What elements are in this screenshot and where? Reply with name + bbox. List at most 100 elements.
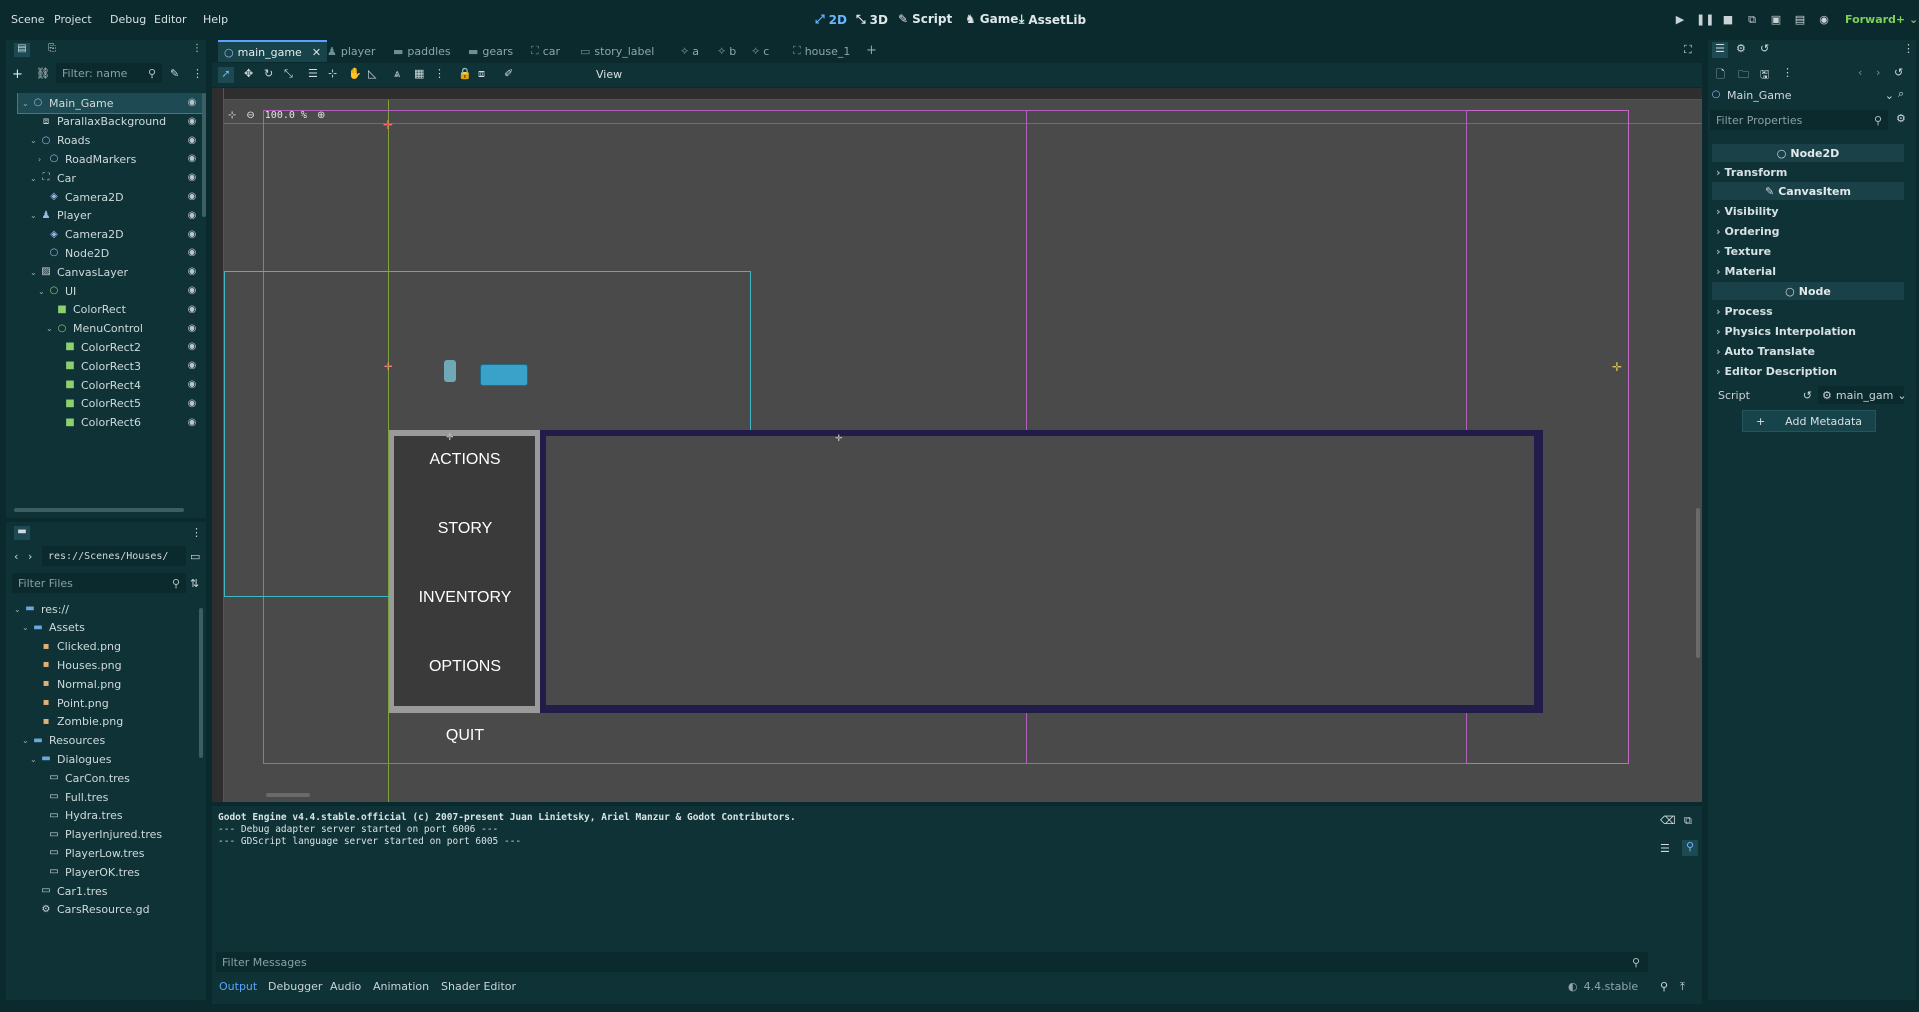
back-icon[interactable]: ‹ [14,550,18,563]
select-mode-icon[interactable]: ➚ [218,67,234,83]
collapse-arrow-icon[interactable]: ⌄ [22,736,32,745]
rotate-mode-icon[interactable]: ↻ [264,67,273,80]
visibility-eye-icon[interactable]: ◉ [186,417,198,429]
file-item[interactable]: ▭ PlayerOK.tres [38,862,139,882]
scene-tab-player[interactable]: ♟ player [327,40,375,62]
scene-node-row[interactable]: ■ ColorRect4 ◉ [18,375,206,395]
link-icon[interactable]: ⛓ [36,67,50,80]
scene-menu-icon[interactable]: ⋮ [192,67,203,80]
grid-snap-icon[interactable]: ▦ [414,67,424,80]
inspector-section-ordering[interactable]: › Ordering [1712,222,1904,240]
list-select-icon[interactable]: ☰ [308,67,318,80]
bottom-tab-shader-editor[interactable]: Shader Editor [441,980,516,993]
scene-tab-main-game[interactable]: ○ main_game ✕ [218,40,328,62]
file-item[interactable]: ⌄ ▬ Assets [22,618,85,638]
add-scene-tab-icon[interactable]: + [866,43,877,58]
canvas-viewport[interactable]: ⊹ ⊖ 100.0 % ⊕ ✛ ✛ ✛ ✛ ✛ ACTIONS STORY INVE… [212,88,1702,802]
scene-node-row[interactable]: ⌄ ▨ CanvasLayer ◉ [18,262,206,282]
file-item[interactable]: ▭ Full.tres [38,787,108,807]
expand-panel-icon[interactable]: ⤒ [1680,980,1685,994]
file-item[interactable]: ▭ Hydra.tres [38,806,122,826]
visibility-eye-icon[interactable]: ◉ [186,97,198,109]
expand-arrow-icon[interactable]: › [38,155,48,164]
play-icon[interactable]: ▶ [1672,13,1688,29]
scene-node-row[interactable]: ■ ColorRect3 ◉ [18,356,206,376]
menu-debug[interactable]: Debug [110,13,146,26]
movie-maker-icon[interactable]: ◉ [1816,13,1832,29]
folder-tab-icon[interactable]: ▬ [14,526,30,540]
visibility-eye-icon[interactable]: ◉ [186,229,198,241]
resource-menu-icon[interactable]: ⋮ [1782,66,1793,79]
dock-menu-icon[interactable]: ⋮ [192,43,202,54]
inspector-section-visibility[interactable]: › Visibility [1712,202,1904,220]
clear-output-icon[interactable]: ⌫ [1660,814,1676,827]
workspace-2d-button[interactable]: ⤢ 2D [815,12,847,27]
scene-tree-hscrollbar[interactable] [14,508,184,512]
node-docs-icon[interactable]: ⌕ [1898,87,1904,101]
file-item[interactable]: ▭ PlayerInjured.tres [38,825,162,845]
visibility-eye-icon[interactable]: ◉ [186,266,198,278]
inspector-section-transform[interactable]: › Transform [1712,163,1904,181]
file-item[interactable]: ▪ Point.png [30,693,109,713]
save-resource-icon[interactable]: 🖫 [1760,66,1769,85]
sort-icon[interactable]: ⇅ [190,577,199,590]
inspector-menu-icon[interactable]: ⋮ [1903,42,1914,55]
bottom-tab-audio[interactable]: Audio [330,980,361,993]
snap-options-icon[interactable]: ⋮ [434,67,445,80]
inspector-section-material[interactable]: › Material [1712,262,1904,280]
collapse-arrow-icon[interactable]: ⌄ [30,268,40,277]
object-history-icon[interactable]: ↺ [1894,66,1903,79]
import-tab-icon[interactable]: ⎘ [44,43,60,57]
collapse-arrow-icon[interactable]: ⌄ [38,287,48,296]
group-icon[interactable]: ⧈ [478,67,485,81]
menu-button-story[interactable]: STORY [394,520,536,538]
scene-tab-a[interactable]: ⟡ a [681,40,699,62]
play-scene-icon[interactable]: ▣ [1768,13,1784,29]
history-tab-icon[interactable]: ↺ [1760,42,1769,55]
bottom-tab-debugger[interactable]: Debugger [268,980,322,993]
viewport-hscrollbar[interactable] [266,793,310,797]
menu-button-actions[interactable]: ACTIONS [394,451,536,469]
pan-mode-icon[interactable]: ✋ [348,67,362,80]
file-item[interactable]: ▭ CarCon.tres [38,768,130,788]
visibility-eye-icon[interactable]: ◉ [186,398,198,410]
inspector-section-process[interactable]: › Process [1712,302,1904,320]
player-sprite[interactable] [444,360,456,382]
stop-icon[interactable]: ■ [1720,13,1736,29]
view-menu-button[interactable]: View [596,68,622,81]
play-custom-scene-icon[interactable]: ▤ [1792,13,1808,29]
menu-scene[interactable]: Scene [11,13,45,26]
renderer-selector[interactable]: Forward+ ⌄ [1845,13,1918,26]
dialog-panel[interactable] [546,436,1534,705]
scale-mode-icon[interactable]: ⤡ [284,67,293,81]
visibility-eye-icon[interactable]: ◉ [186,153,198,165]
scene-node-row[interactable]: ◈ Camera2D ◉ [18,225,206,245]
add-node-icon[interactable]: + [12,67,23,82]
split-view-icon[interactable]: ▭ [190,550,200,563]
fs-dock-menu-icon[interactable]: ⋮ [191,526,202,539]
scene-node-row[interactable]: ◈ Camera2D ◉ [18,187,206,207]
pause-icon[interactable]: ❚❚ [1696,13,1714,29]
inspector-section-physics-interpolation[interactable]: › Physics Interpolation [1712,322,1904,340]
workspace-script-button[interactable]: ✎ Script [898,12,952,26]
visibility-eye-icon[interactable]: ◉ [186,135,198,147]
car-sprite[interactable] [480,364,528,386]
pivot-mode-icon[interactable]: ⊹ [328,67,337,80]
collapse-arrow-icon[interactable]: ⌄ [30,174,40,183]
collapse-arrow-icon[interactable]: ⌄ [30,136,40,145]
scene-node-row[interactable]: ⌄ ○ Roads ◉ [18,131,206,151]
smart-snap-icon[interactable]: ⩓ [394,67,400,81]
scene-node-row[interactable]: ⌄ ♟ Player ◉ [18,206,206,226]
file-item[interactable]: ▭ PlayerLow.tres [38,843,144,863]
scene-tab-house-1[interactable]: ⛶ house_1 [793,40,850,62]
zoom-out-icon[interactable]: ⊖ [246,110,254,121]
scene-tab-paddles[interactable]: ▬ paddles [393,40,451,62]
visibility-eye-icon[interactable]: ◉ [186,191,198,203]
script-resource-picker[interactable]: ⚙ main_gam ⌄ [1818,386,1907,404]
visibility-eye-icon[interactable]: ◉ [186,247,198,259]
file-item[interactable]: ⌄ ▬ res:// [14,599,69,619]
close-tab-icon[interactable]: ✕ [312,46,321,59]
collapse-arrow-icon[interactable]: ⌄ [30,211,40,220]
menu-button-quit[interactable]: QUIT [394,727,536,745]
scene-node-row[interactable]: ⌄ ⛶ Car ◉ [18,168,206,188]
